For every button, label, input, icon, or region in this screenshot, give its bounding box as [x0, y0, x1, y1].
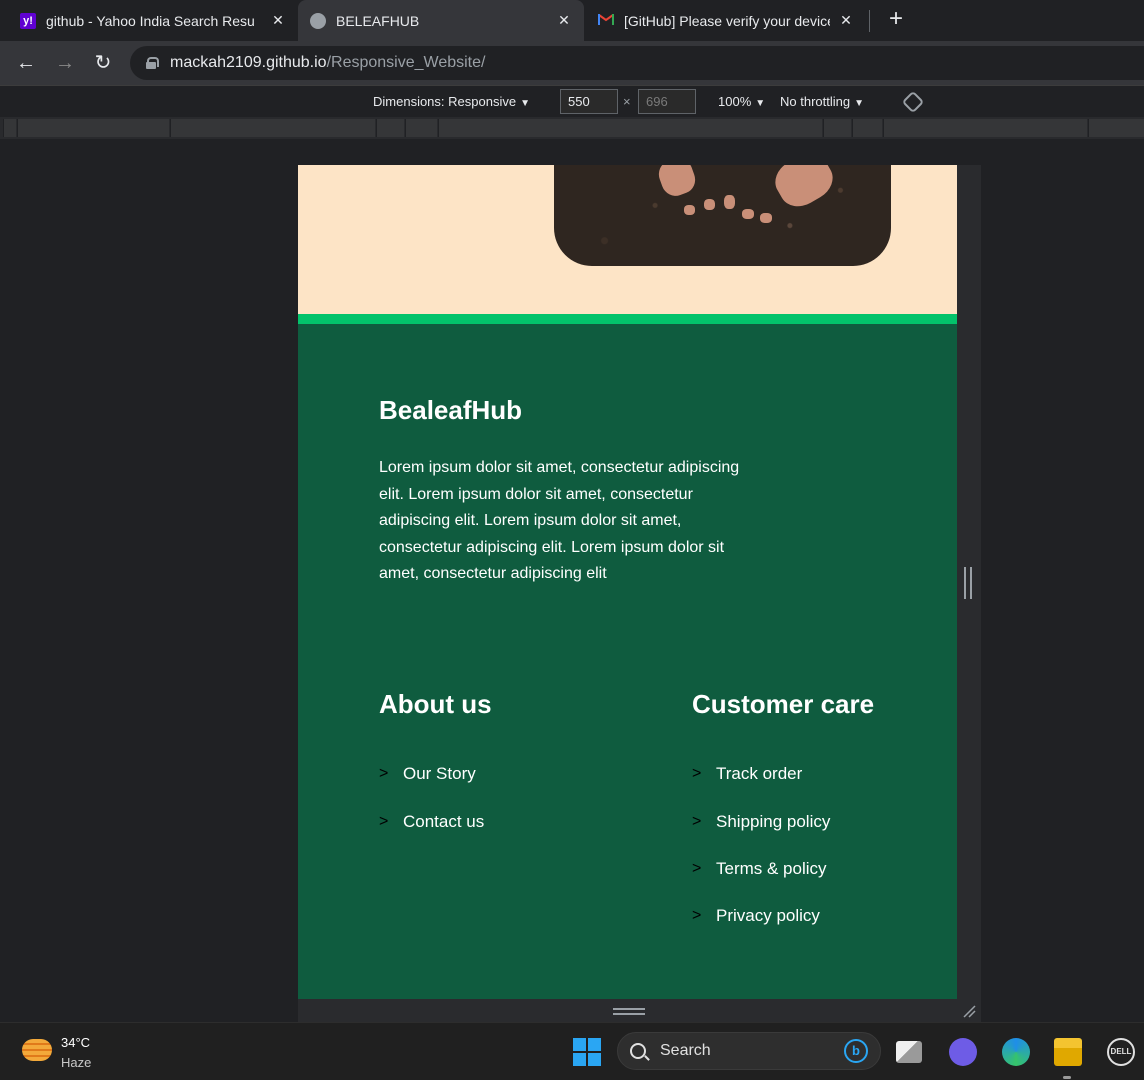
media-query-segment[interactable] [823, 119, 851, 137]
zoom-label: 100% [718, 94, 752, 109]
tab-separator [869, 10, 870, 32]
media-query-segment[interactable] [438, 119, 822, 137]
chevron-right-icon: > [692, 813, 702, 830]
link-label: Privacy policy [716, 906, 820, 925]
teams-chat-icon[interactable] [949, 1038, 977, 1066]
link-label: Shipping policy [716, 812, 831, 831]
edge-icon[interactable] [1002, 1038, 1030, 1066]
chevron-right-icon: > [379, 813, 389, 830]
yahoo-icon: y! [20, 12, 36, 29]
search-label: Search [660, 1042, 711, 1059]
taskbar-search[interactable]: Search [617, 1032, 881, 1070]
bing-icon[interactable]: b [844, 1039, 868, 1063]
dimensions-label: Dimensions: Responsive [373, 94, 517, 109]
tab-github-verify[interactable]: [GitHub] Please verify your device ✕ [586, 0, 866, 41]
page-viewport: BealeafHub Lorem ipsum dolor sit amet, c… [298, 165, 957, 999]
media-query-bar[interactable] [0, 117, 1144, 139]
back-icon[interactable]: ← [12, 49, 40, 77]
media-query-segment[interactable] [3, 119, 16, 137]
height-input[interactable]: 696 [638, 89, 696, 114]
tab-yahoo-search[interactable]: y! github - Yahoo India Search Resu ✕ [8, 0, 298, 41]
footer-brand: BealeafHub [379, 395, 523, 425]
media-query-segment[interactable] [17, 119, 169, 137]
search-icon [630, 1043, 646, 1059]
url-host: mackah2109.github.io [170, 54, 327, 71]
customer-care-heading: Customer care [692, 689, 875, 719]
accent-divider [298, 314, 957, 324]
address-bar[interactable]: mackah2109.github.io/Responsive_Website/ [130, 46, 1144, 80]
weather-condition[interactable]: Haze [61, 1055, 91, 1070]
file-explorer-icon[interactable] [1054, 1038, 1082, 1066]
tab-title: [GitHub] Please verify your device [624, 12, 830, 29]
new-tab-button[interactable]: + [884, 7, 908, 32]
link-label: Our Story [403, 764, 476, 783]
width-input[interactable]: 550 [560, 89, 618, 114]
lock-icon [146, 57, 159, 69]
tab-title: BELEAFHUB [336, 12, 420, 29]
media-query-segment[interactable] [376, 119, 404, 137]
dimension-separator: × [623, 94, 631, 109]
footer-link-shipping-policy[interactable]: > Shipping policy [692, 812, 830, 832]
soil-hands-image [554, 165, 891, 266]
browser-toolbar: ← → ↻ mackah2109.github.io/Responsive_We… [0, 41, 1144, 85]
footer-link-our-story[interactable]: > Our Story [379, 764, 476, 784]
chevron-down-icon: ▼ [854, 98, 864, 109]
about-us-heading: About us [379, 689, 492, 719]
windows-taskbar: 34°C Haze Search b DELL [0, 1022, 1144, 1080]
windows-start-icon[interactable] [573, 1038, 601, 1066]
tab-beleafhub[interactable]: BELEAFHUB ✕ [298, 0, 584, 41]
close-icon[interactable]: ✕ [838, 12, 854, 29]
close-icon[interactable]: ✕ [556, 12, 572, 29]
forward-icon[interactable]: → [51, 49, 79, 77]
chevron-right-icon: > [692, 907, 702, 924]
chevron-right-icon: > [692, 860, 702, 877]
dimensions-dropdown[interactable]: Dimensions: Responsive ▼ [373, 94, 530, 109]
footer-link-privacy-policy[interactable]: > Privacy policy [692, 906, 820, 926]
chevron-down-icon: ▼ [755, 98, 766, 109]
link-label: Track order [716, 764, 803, 783]
browser-tab-strip: y! github - Yahoo India Search Resu ✕ BE… [0, 0, 1144, 41]
viewport-width-resize-handle[interactable] [964, 567, 972, 599]
media-query-segment[interactable] [170, 119, 375, 137]
chevron-right-icon: > [379, 765, 389, 782]
media-query-segment[interactable] [852, 119, 882, 137]
media-query-segment[interactable] [883, 119, 1087, 137]
gmail-icon [598, 13, 614, 29]
media-query-segment[interactable] [1088, 119, 1144, 137]
tab-title: github - Yahoo India Search Resu [46, 12, 255, 29]
link-label: Contact us [403, 812, 485, 831]
link-label: Terms & policy [716, 859, 827, 878]
reload-icon[interactable]: ↻ [89, 49, 117, 77]
active-app-indicator [1063, 1076, 1071, 1079]
footer-description: Lorem ipsum dolor sit amet, consectetur … [379, 459, 740, 582]
viewport-corner-resize-icon[interactable] [962, 1004, 976, 1018]
url-path: /Responsive_Website/ [326, 54, 486, 71]
throttling-dropdown[interactable]: No throttling ▼ [780, 94, 864, 109]
hero-section [298, 165, 957, 314]
close-icon[interactable]: ✕ [270, 12, 286, 29]
dell-icon[interactable]: DELL [1107, 1038, 1135, 1066]
chevron-down-icon: ▼ [520, 98, 530, 109]
task-view-icon[interactable] [896, 1041, 922, 1063]
globe-icon [310, 12, 326, 29]
zoom-dropdown[interactable]: 100% ▼ [718, 94, 765, 109]
weather-haze-icon[interactable] [22, 1039, 52, 1061]
chevron-right-icon: > [692, 765, 702, 782]
media-query-segment[interactable] [405, 119, 437, 137]
rotate-icon[interactable] [901, 90, 925, 114]
footer-link-contact-us[interactable]: > Contact us [379, 812, 484, 832]
throttling-label: No throttling [780, 94, 851, 109]
footer-link-terms-policy[interactable]: > Terms & policy [692, 859, 827, 879]
viewport-height-resize-handle[interactable] [613, 1008, 645, 1015]
device-toolbar: Dimensions: Responsive ▼ 550 × 696 100% ▼ … [0, 85, 1144, 117]
weather-temperature[interactable]: 34°C [61, 1035, 90, 1050]
footer-link-track-order[interactable]: > Track order [692, 764, 802, 784]
